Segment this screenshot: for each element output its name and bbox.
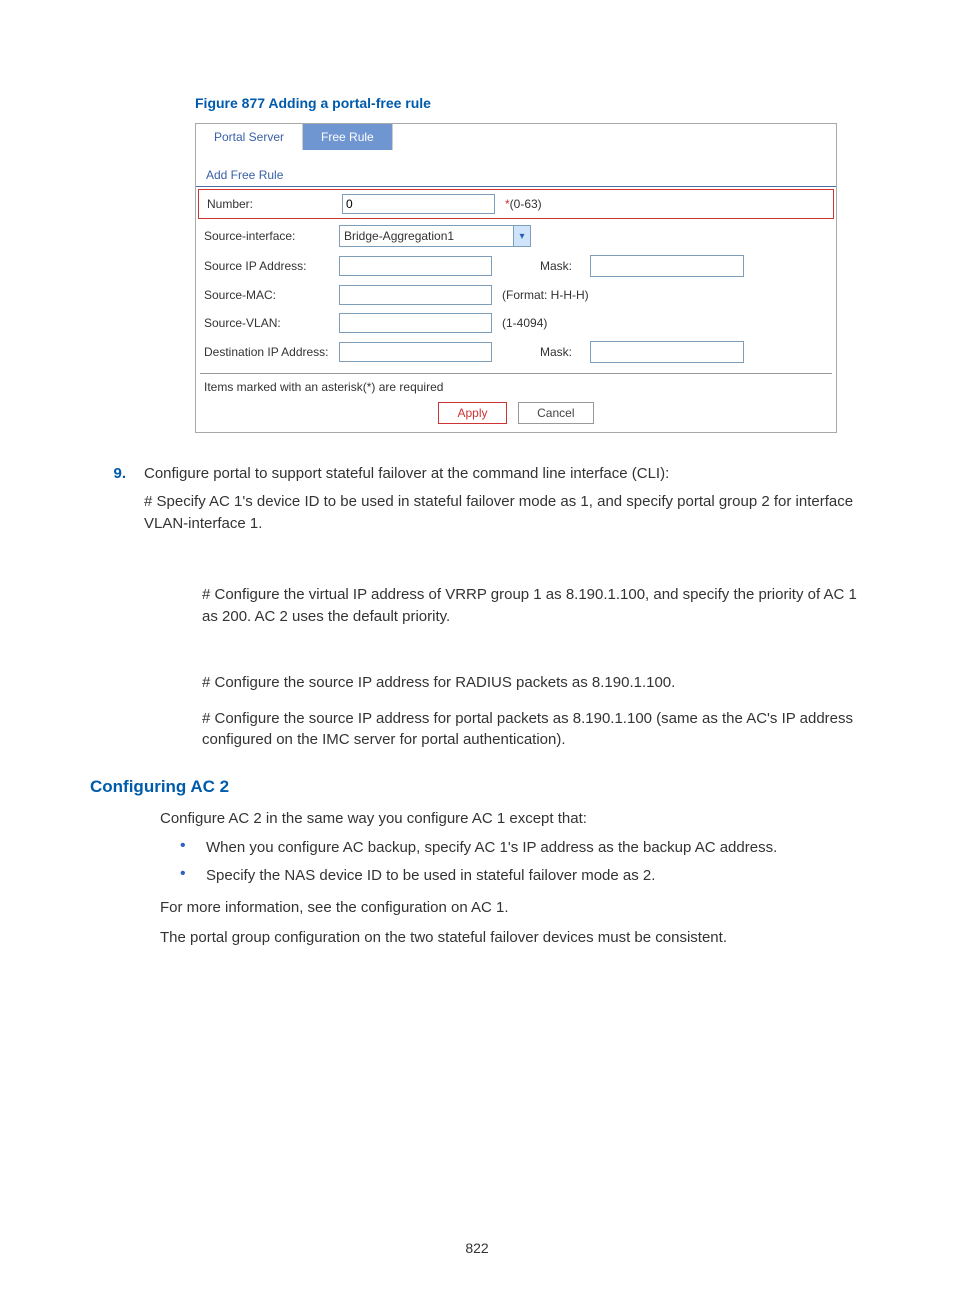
label-source-ip-mask: Mask: xyxy=(540,259,590,273)
input-dest-ip[interactable] xyxy=(339,342,492,362)
form-area: Number: *(0-63) Source-interface: Bridge… xyxy=(196,186,836,432)
step9-line1: Configure portal to support stateful fai… xyxy=(144,463,864,485)
step9-line4: # Configure the source IP address for RA… xyxy=(202,672,864,694)
row-source-mac: Source-MAC: (Format: H-H-H) xyxy=(196,281,836,309)
bullet-list: • When you configure AC backup, specify … xyxy=(180,837,864,887)
cancel-button[interactable]: Cancel xyxy=(518,402,593,424)
apply-button[interactable]: Apply xyxy=(438,402,506,424)
row-source-ip: Source IP Address: Mask: xyxy=(196,251,836,281)
required-note: Items marked with an asterisk(*) are req… xyxy=(196,374,836,402)
input-source-mac[interactable] xyxy=(339,285,492,305)
select-value: Bridge-Aggregation1 xyxy=(340,229,513,243)
section-add-free-rule: Add Free Rule xyxy=(196,150,836,186)
input-dest-ip-mask[interactable] xyxy=(590,341,744,363)
input-source-vlan[interactable] xyxy=(339,313,492,333)
label-source-ip: Source IP Address: xyxy=(200,259,339,273)
hint-source-mac: (Format: H-H-H) xyxy=(502,288,589,302)
step9-line2: # Specify AC 1's device ID to be used in… xyxy=(144,491,864,535)
row-source-interface: Source-interface: Bridge-Aggregation1 ▾ xyxy=(196,221,836,251)
label-source-interface: Source-interface: xyxy=(200,229,339,243)
step-9: 9. Configure portal to support stateful … xyxy=(90,463,864,540)
label-dest-ip: Destination IP Address: xyxy=(200,345,339,359)
figure-caption: Figure 877 Adding a portal-free rule xyxy=(195,95,864,111)
tab-free-rule[interactable]: Free Rule xyxy=(303,124,393,150)
hint-source-vlan: (1-4094) xyxy=(502,316,547,330)
chevron-down-icon: ▾ xyxy=(513,226,530,246)
screenshot-panel: Portal Server Free Rule Add Free Rule Nu… xyxy=(195,123,837,433)
bullet-2: • Specify the NAS device ID to be used i… xyxy=(180,865,864,887)
input-number[interactable] xyxy=(342,194,495,214)
section-configuring-ac2: Configuring AC 2 xyxy=(90,775,864,800)
page-number: 822 xyxy=(0,1240,954,1256)
button-row: Apply Cancel xyxy=(196,402,836,432)
input-source-ip[interactable] xyxy=(339,256,492,276)
body-text: 9. Configure portal to support stateful … xyxy=(90,463,864,948)
row-dest-ip: Destination IP Address: Mask: xyxy=(196,337,836,367)
ac2-p1: For more information, see the configurat… xyxy=(160,897,864,919)
tab-bar: Portal Server Free Rule xyxy=(196,124,836,150)
label-source-vlan: Source-VLAN: xyxy=(200,316,339,330)
select-source-interface[interactable]: Bridge-Aggregation1 ▾ xyxy=(339,225,531,247)
hint-number: *(0-63) xyxy=(505,197,542,211)
step9-line5: # Configure the source IP address for po… xyxy=(202,708,864,752)
input-source-ip-mask[interactable] xyxy=(590,255,744,277)
label-dest-ip-mask: Mask: xyxy=(540,345,590,359)
bullet-2-text: Specify the NAS device ID to be used in … xyxy=(206,865,655,887)
row-source-vlan: Source-VLAN: (1-4094) xyxy=(196,309,836,337)
bullet-1-text: When you configure AC backup, specify AC… xyxy=(206,837,777,859)
row-number: Number: *(0-63) xyxy=(198,189,834,219)
tab-portal-server[interactable]: Portal Server xyxy=(196,124,303,150)
step-number: 9. xyxy=(90,463,144,540)
label-number: Number: xyxy=(203,197,342,211)
ac2-p2: The portal group configuration on the tw… xyxy=(160,927,864,949)
ac2-intro: Configure AC 2 in the same way you confi… xyxy=(160,808,864,830)
bullet-icon: • xyxy=(180,865,206,887)
bullet-1: • When you configure AC backup, specify … xyxy=(180,837,864,859)
bullet-icon: • xyxy=(180,837,206,859)
label-source-mac: Source-MAC: xyxy=(200,288,339,302)
step9-line3: # Configure the virtual IP address of VR… xyxy=(202,584,864,628)
